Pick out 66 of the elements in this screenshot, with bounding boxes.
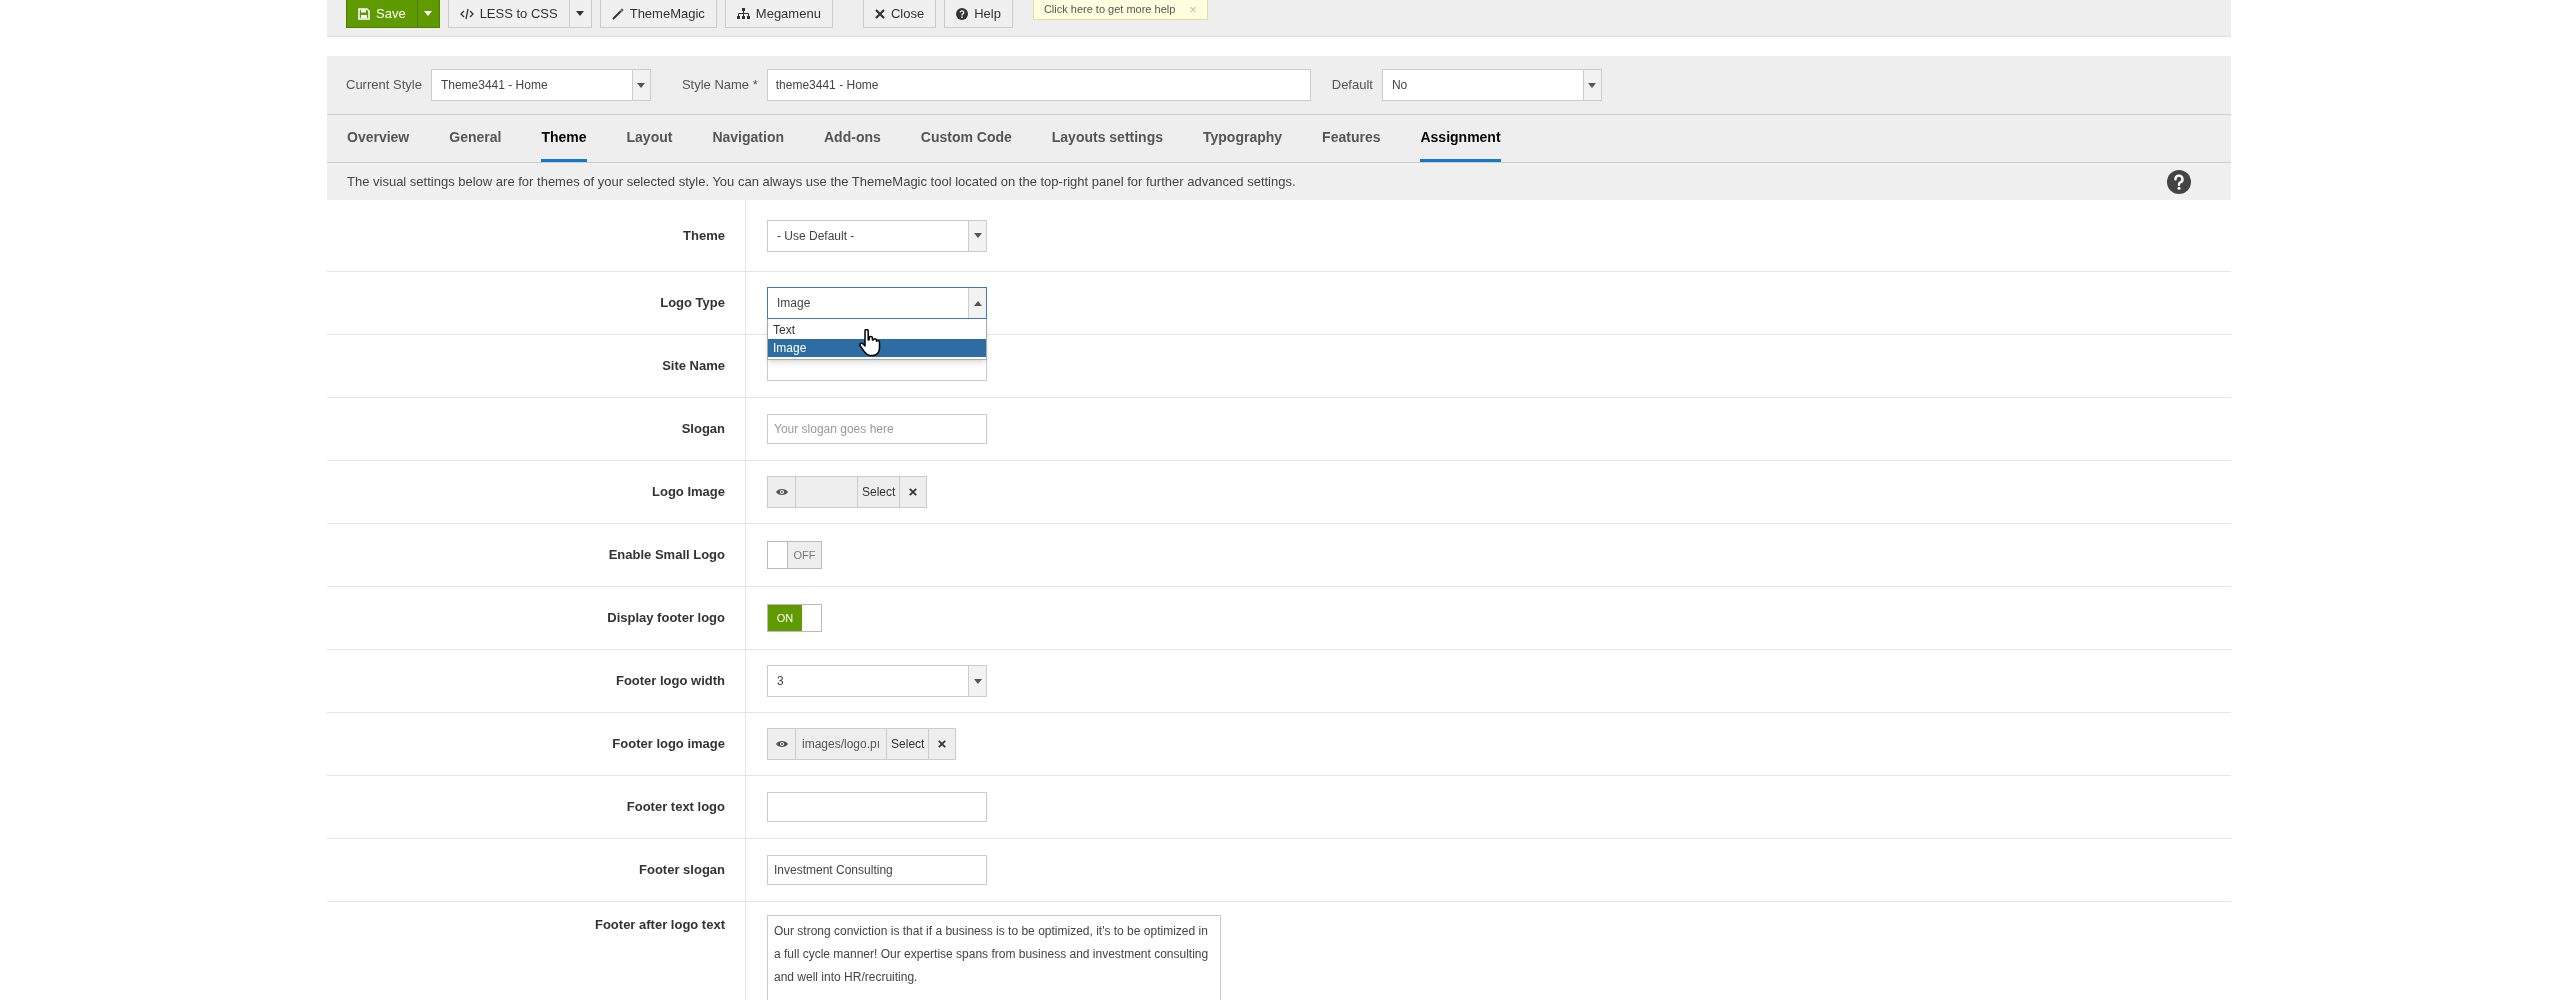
tab[interactable]: Features <box>1322 115 1381 162</box>
text-field[interactable]: Your slogan goes here <box>767 414 987 444</box>
tab[interactable]: Layout <box>626 115 673 162</box>
toolbar-button[interactable]: Close <box>862 0 937 28</box>
field-label: Site Name <box>662 357 725 376</box>
sitemap-icon <box>736 7 750 20</box>
floppy-icon <box>358 7 370 20</box>
tab[interactable]: Overview <box>347 115 410 162</box>
tab[interactable]: Typography <box>1203 115 1283 162</box>
caret-icon <box>1588 82 1597 88</box>
field-label: Footer logo width <box>615 672 725 691</box>
caret-icon <box>576 11 585 16</box>
dropdown-toggle[interactable] <box>417 0 440 28</box>
select-button[interactable]: Select <box>887 729 930 759</box>
dropdown-option[interactable]: Text <box>768 321 986 339</box>
tab[interactable]: Navigation <box>712 115 784 162</box>
field-label: Footer slogan <box>639 861 725 880</box>
field-label: Theme <box>683 226 725 245</box>
caret-icon <box>973 300 982 306</box>
select-field[interactable]: Image <box>767 287 987 319</box>
close-icon <box>874 8 885 19</box>
field-label: Current Style <box>346 76 422 95</box>
style-name-field[interactable]: theme3441 - Home <box>766 69 1311 101</box>
eye-icon[interactable] <box>775 488 788 496</box>
help-icon <box>956 7 969 20</box>
field-label: Style Name * <box>681 76 758 95</box>
caret-icon <box>973 678 982 684</box>
toolbar-button[interactable]: LESS to CSS <box>447 0 570 28</box>
toolbar-button[interactable]: Help <box>944 0 1013 28</box>
info-text: The visual settings below are for themes of your selected style. You can always use the ThemeMagic tool located on the top-right panel for further advanced settings. <box>347 172 1296 191</box>
tab[interactable]: Layouts settings <box>1051 115 1163 162</box>
tooltip-text: Click here to get more help <box>1043 2 1176 18</box>
clear-icon[interactable] <box>909 488 918 496</box>
field-label: Slogan <box>681 420 725 439</box>
field-label: Enable Small Logo <box>608 546 725 565</box>
field-label: Display footer logo <box>607 609 725 628</box>
text-field[interactable] <box>767 792 987 822</box>
tab[interactable]: Add-ons <box>824 115 881 162</box>
caret-icon <box>424 11 433 16</box>
help-icon[interactable] <box>2167 169 2191 194</box>
eye-icon[interactable] <box>775 740 788 748</box>
select-field[interactable]: - Use Default - <box>767 219 987 252</box>
wand-icon <box>611 7 624 20</box>
caret-icon <box>637 82 646 88</box>
field-label: Footer logo image <box>612 735 725 754</box>
field-label: Logo Type <box>660 294 725 313</box>
dropdown-option[interactable]: Image <box>768 339 986 357</box>
clear-icon[interactable] <box>938 740 947 748</box>
toggle-switch[interactable]: OFF <box>767 541 822 569</box>
field-label: Footer text logo <box>626 798 725 817</box>
media-path: images/logo.pı <box>796 729 888 759</box>
hand-cursor-icon <box>859 329 881 357</box>
tab[interactable]: Custom Code <box>920 115 1012 162</box>
select-field[interactable]: 3 <box>767 665 987 697</box>
code-icon <box>459 7 474 20</box>
default-select[interactable]: No <box>1381 69 1602 101</box>
text-field[interactable]: Investment Consulting <box>767 855 987 885</box>
toolbar-button[interactable]: Megamenu <box>724 0 833 28</box>
toolbar-button[interactable]: ThemeMagic <box>599 0 717 28</box>
style-select[interactable]: Theme3441 - Home <box>430 69 651 101</box>
field-label: Footer after logo text <box>595 916 725 934</box>
caret-icon <box>973 233 982 238</box>
text-area[interactable]: Our strong conviction is that if a business is to be optimized, it's to be optimized in a full cycle manner! Our expertise spans from business and investment consulting and well into HR/recruiting. <box>767 915 1221 1000</box>
tab[interactable]: General <box>449 115 502 162</box>
field-label: Logo Image <box>652 483 725 502</box>
field-label: Default <box>1331 76 1373 95</box>
